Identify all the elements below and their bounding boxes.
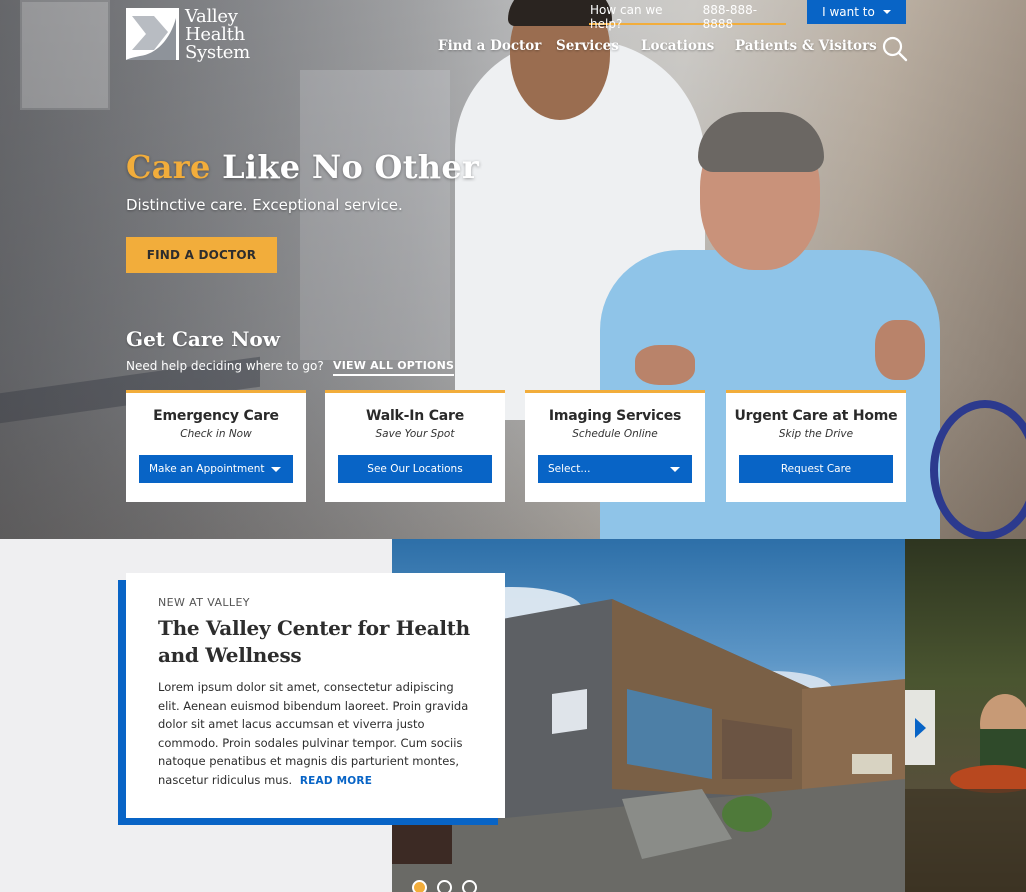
- care-card-title: Urgent Care at Home: [734, 408, 898, 424]
- phone-number[interactable]: 888-888-8888: [703, 3, 786, 31]
- hero-photo-detail: [875, 320, 925, 380]
- care-card-emergency: Emergency Care Check in Now Make an Appo…: [126, 390, 306, 502]
- read-more-link[interactable]: READ MORE: [300, 775, 372, 787]
- i-want-to-dropdown[interactable]: I want to: [807, 0, 906, 24]
- care-card-imaging: Imaging Services Schedule Online Select.…: [525, 390, 705, 502]
- i-want-to-label: I want to: [822, 5, 875, 19]
- carousel-dot[interactable]: [462, 880, 477, 892]
- make-appointment-dropdown[interactable]: Make an Appointment: [139, 455, 293, 483]
- logo-wordmark: Valley Health System: [185, 8, 250, 62]
- nav-item-services[interactable]: Services: [556, 38, 641, 54]
- hero-headline-accent: Care: [126, 148, 211, 186]
- site-logo[interactable]: Valley Health System: [126, 8, 250, 62]
- see-our-locations-button[interactable]: See Our Locations: [338, 455, 492, 483]
- dropdown-label: Select...: [548, 463, 591, 475]
- care-card-title: Emergency Care: [153, 408, 279, 424]
- logo-icon: [126, 8, 179, 60]
- care-card-title: Walk-In Care: [365, 408, 465, 424]
- help-phone-link[interactable]: How can we help? 888-888-8888: [589, 3, 786, 31]
- carousel-pagination: [412, 880, 477, 892]
- care-card-urgent-home: Urgent Care at Home Skip the Drive Reque…: [726, 390, 906, 502]
- logo-line: System: [185, 42, 250, 63]
- find-a-doctor-button[interactable]: FIND A DOCTOR: [126, 237, 277, 273]
- feature-body-text: Lorem ipsum dolor sit amet, consectetur …: [158, 680, 469, 787]
- care-card-walk-in: Walk-In Care Save Your Spot See Our Loca…: [325, 390, 505, 502]
- care-card-title: Imaging Services: [548, 408, 682, 424]
- carousel-dot[interactable]: [412, 880, 427, 892]
- care-card-subtitle: Check in Now: [180, 428, 252, 440]
- caret-down-icon: [882, 10, 891, 14]
- care-card-subtitle: Save Your Spot: [375, 428, 455, 440]
- chevron-right-icon: [914, 717, 926, 738]
- hero-photo-detail: [930, 400, 1026, 539]
- hero-headline-rest: Like No Other: [222, 148, 480, 186]
- carousel-next-button[interactable]: [905, 690, 935, 765]
- nav-item-find-a-doctor[interactable]: Find a Doctor: [438, 38, 556, 54]
- get-care-help-text: Need help deciding where to go?: [126, 359, 324, 373]
- feature-eyebrow: NEW AT VALLEY: [158, 596, 250, 609]
- request-care-button[interactable]: Request Care: [739, 455, 893, 483]
- caret-down-icon: [271, 466, 281, 472]
- feature-body: Lorem ipsum dolor sit amet, consectetur …: [158, 678, 473, 791]
- search-icon[interactable]: [882, 36, 908, 62]
- view-all-options-link[interactable]: VIEW ALL OPTIONS: [333, 359, 455, 376]
- get-care-title: Get Care Now: [126, 327, 280, 351]
- hero-subhead: Distinctive care. Exceptional service.: [126, 196, 403, 214]
- hero-headline: Care Like No Other: [126, 148, 479, 186]
- caret-down-icon: [670, 466, 680, 472]
- imaging-select-dropdown[interactable]: Select...: [538, 455, 692, 483]
- nav-item-locations[interactable]: Locations: [641, 38, 735, 54]
- care-card-subtitle: Skip the Drive: [778, 428, 854, 440]
- feature-card: NEW AT VALLEY The Valley Center for Heal…: [126, 573, 505, 818]
- carousel-dot[interactable]: [437, 880, 452, 892]
- dropdown-label: Make an Appointment: [149, 463, 265, 475]
- hero-photo-patient: [698, 112, 824, 172]
- hero-photo-detail: [635, 345, 695, 385]
- nav-item-patients-visitors[interactable]: Patients & Visitors: [735, 38, 877, 54]
- feature-title: The Valley Center for Health and Wellnes…: [158, 616, 470, 667]
- help-label: How can we help?: [590, 3, 663, 31]
- care-card-subtitle: Schedule Online: [572, 428, 658, 440]
- main-nav: Find a Doctor Services Locations Patient…: [438, 38, 877, 54]
